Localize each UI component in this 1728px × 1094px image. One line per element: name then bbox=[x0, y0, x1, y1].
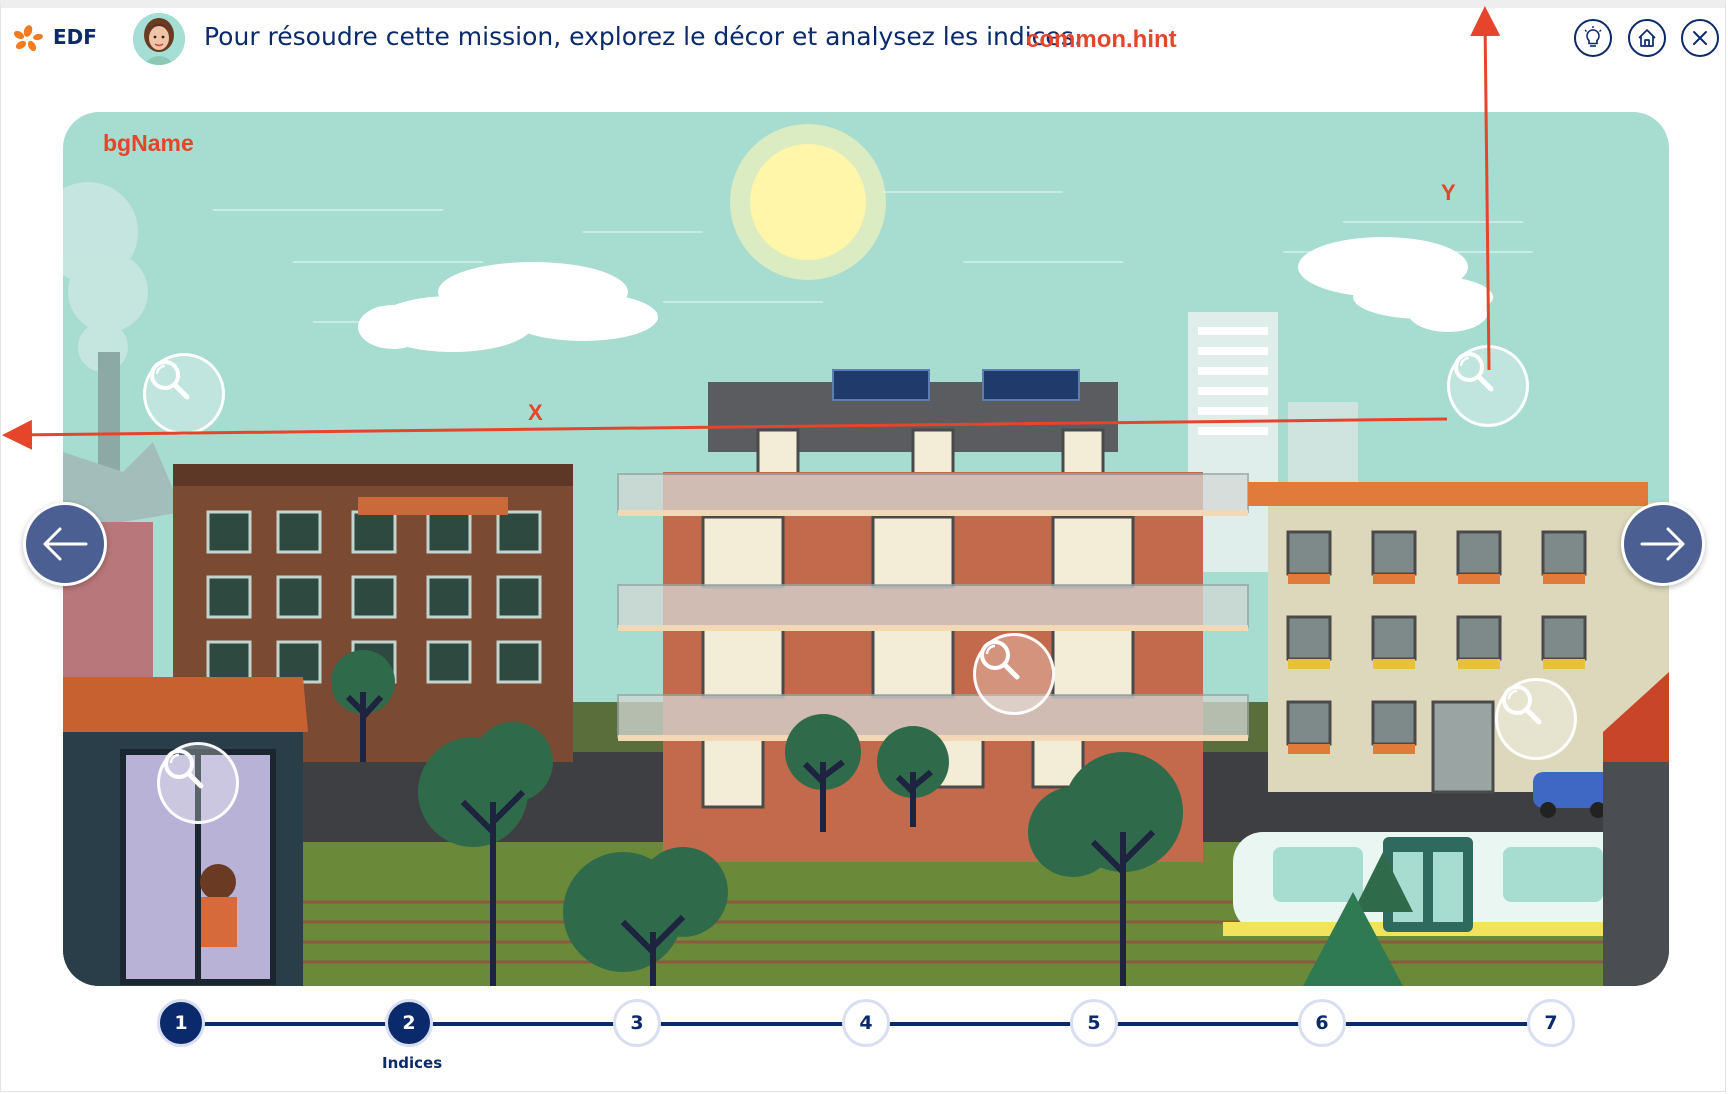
step-5[interactable]: 5 bbox=[1070, 999, 1118, 1047]
step-3[interactable]: 3 bbox=[613, 999, 661, 1047]
magnifier-icon bbox=[980, 640, 1020, 680]
avatar bbox=[133, 13, 185, 65]
hotspot-beige-building[interactable] bbox=[1495, 678, 1577, 760]
city-background bbox=[63, 124, 1669, 986]
step-2-caption: Indices bbox=[382, 1054, 443, 1072]
step-7[interactable]: 7 bbox=[1527, 999, 1575, 1047]
logo-text: EDF bbox=[53, 25, 97, 49]
hint-button[interactable] bbox=[1574, 19, 1612, 57]
arrow-right-icon bbox=[1640, 527, 1685, 561]
background-name-label: bgName bbox=[103, 130, 194, 156]
home-button[interactable] bbox=[1628, 19, 1666, 57]
mission-instruction: Pour résoudre cette mission, explorez le… bbox=[204, 22, 1082, 51]
x-axis-label: X bbox=[528, 400, 543, 425]
magnifier-icon bbox=[1454, 352, 1494, 392]
previous-scene-button[interactable] bbox=[23, 502, 107, 586]
close-icon bbox=[1693, 31, 1707, 45]
edf-logo: EDF bbox=[10, 22, 97, 52]
step-4[interactable]: 4 bbox=[842, 999, 890, 1047]
hint-key-label: common.hint bbox=[1026, 26, 1177, 53]
step-6[interactable]: 6 bbox=[1298, 999, 1346, 1047]
magnifier-icon bbox=[150, 360, 190, 400]
step-2[interactable]: 2 bbox=[385, 999, 433, 1047]
magnifier-icon bbox=[164, 749, 204, 789]
scene-illustration bbox=[63, 112, 1669, 986]
magnifier-icon bbox=[1502, 685, 1542, 725]
hotspot-tower[interactable] bbox=[1447, 345, 1529, 427]
arrow-left-icon bbox=[43, 527, 88, 561]
home-icon bbox=[1638, 29, 1656, 47]
y-axis-label: Y bbox=[1441, 180, 1456, 205]
next-scene-button[interactable] bbox=[1621, 502, 1705, 586]
hotspot-shop[interactable] bbox=[157, 742, 239, 824]
step-1[interactable]: 1 bbox=[157, 999, 205, 1047]
close-button[interactable] bbox=[1681, 19, 1719, 57]
edf-flower-icon bbox=[13, 25, 43, 52]
lightbulb-icon bbox=[1584, 26, 1602, 47]
hotspot-balcony[interactable] bbox=[973, 633, 1055, 715]
hotspot-factory[interactable] bbox=[143, 353, 225, 435]
